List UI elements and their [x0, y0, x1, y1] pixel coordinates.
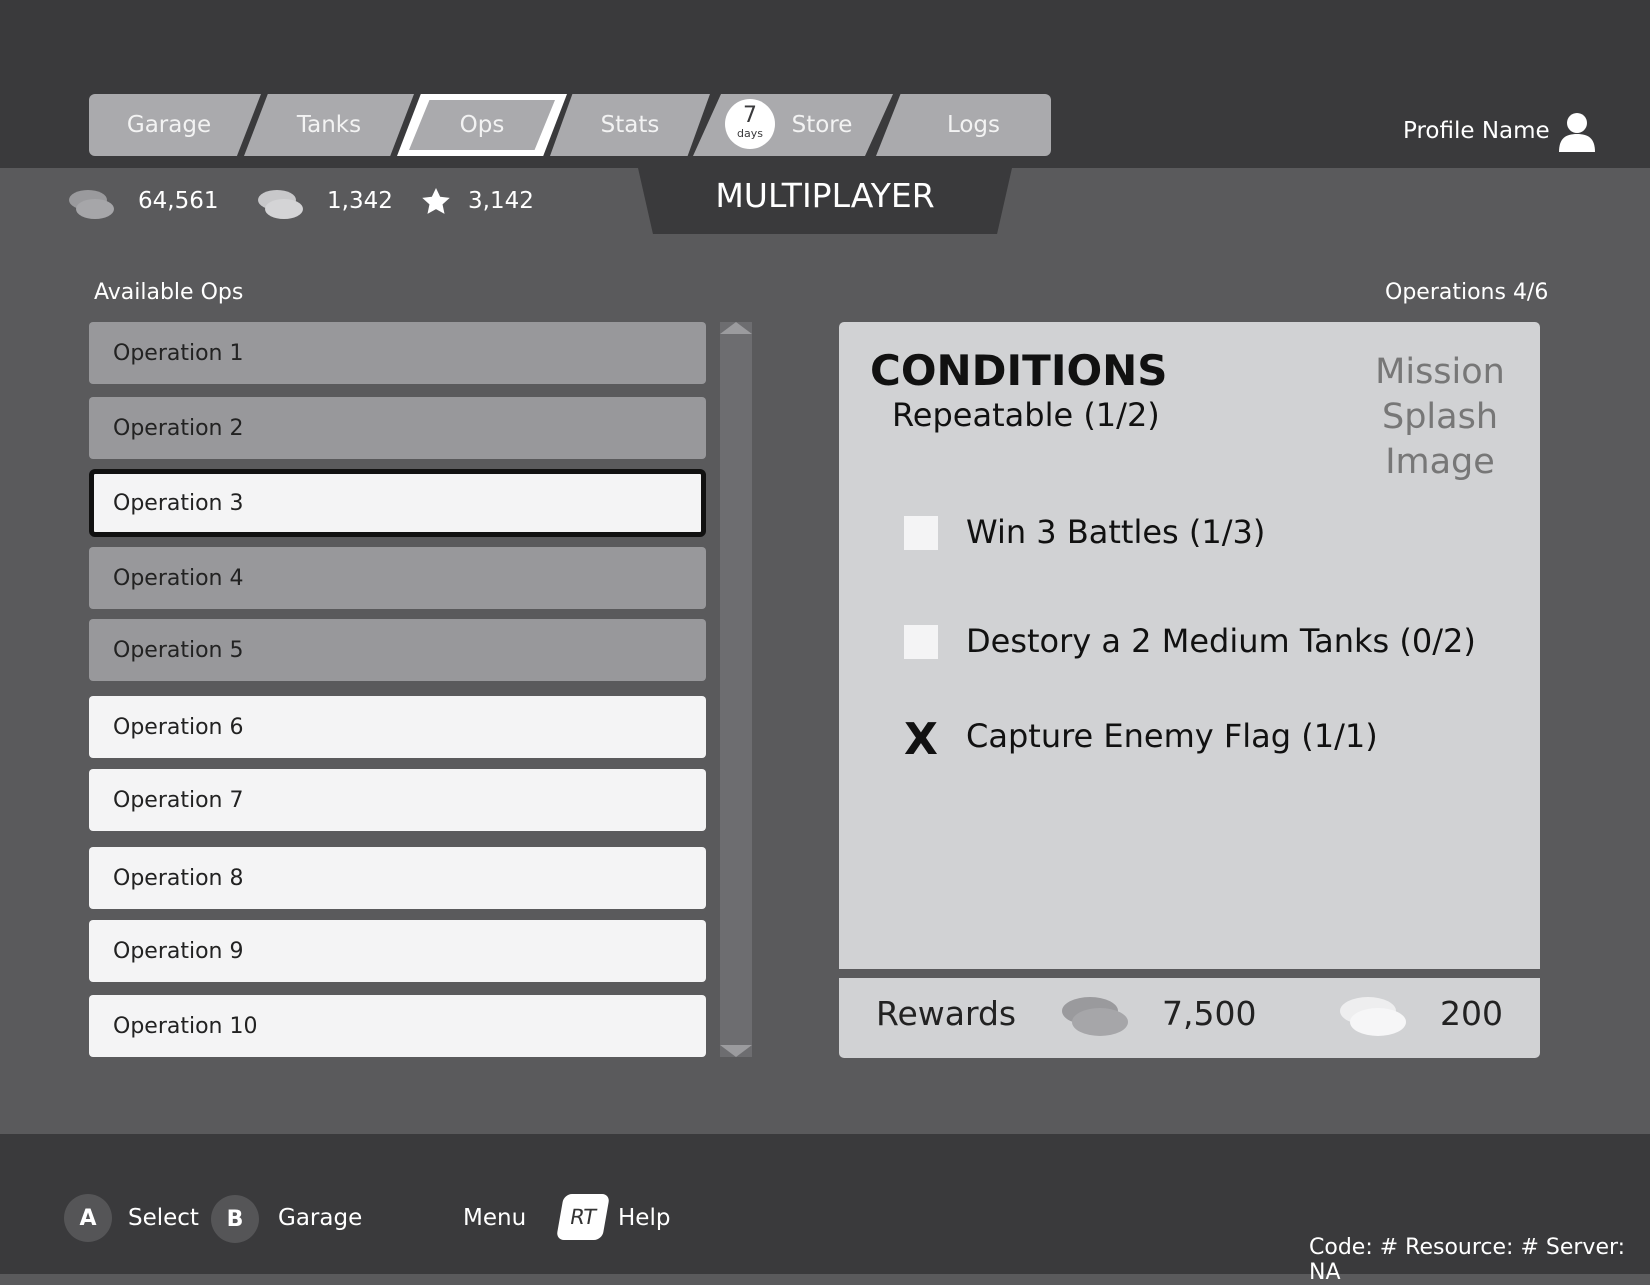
credits-icon — [1062, 997, 1128, 1036]
credits-amount: 64,561 — [138, 188, 219, 214]
tab-stats[interactable]: Stats — [550, 94, 710, 156]
credits-icon — [69, 190, 114, 219]
b-button-icon[interactable]: B — [211, 1195, 259, 1243]
tab-stats-label: Stats — [600, 112, 660, 138]
tab-strip: Garage Tanks Ops Stats Store Logs 7 days — [89, 94, 1051, 156]
scroll-up-arrow-icon[interactable] — [720, 322, 752, 334]
available-ops-label: Available Ops — [94, 280, 244, 305]
store-timer-unit: days — [737, 127, 763, 140]
star-icon — [422, 188, 450, 214]
tab-garage[interactable]: Garage — [89, 94, 261, 156]
splash-line: Splash — [1381, 397, 1499, 437]
condition-text: Win 3 Battles (1/3) — [966, 513, 1266, 551]
gold-icon — [1340, 997, 1406, 1036]
mode-title: MULTIPLAYER — [715, 176, 935, 215]
tab-ops-label: Ops — [459, 112, 505, 138]
rt-button-icon[interactable]: RT — [555, 1194, 611, 1240]
user-icon[interactable] — [1558, 112, 1596, 152]
list-item-operation-1[interactable]: Operation 1 — [89, 322, 706, 384]
conditions-subtitle: Repeatable (1/2) — [892, 396, 1160, 434]
profile-name[interactable]: Profile Name — [1403, 118, 1550, 144]
menu-label[interactable]: Menu — [463, 1205, 526, 1231]
garage-label[interactable]: Garage — [278, 1205, 362, 1231]
operations-count: Operations 4/6 — [1385, 280, 1549, 305]
list-item-operation-7[interactable]: Operation 7 — [89, 769, 706, 831]
operation-label: Operation 4 — [113, 565, 244, 591]
condition-complete-x-icon: X — [904, 714, 938, 765]
server-info: Code: # Resource: # Server: NA — [1309, 1235, 1626, 1285]
operation-label: Operation 7 — [113, 787, 244, 813]
stars-amount: 3,142 — [468, 188, 534, 214]
list-item-operation-10[interactable]: Operation 10 — [89, 995, 706, 1057]
store-timer-number: 7 — [743, 103, 757, 128]
tab-logs-label: Logs — [946, 112, 1001, 138]
tab-logs[interactable]: Logs — [876, 94, 1051, 156]
store-timer-badge: 7 days — [725, 99, 775, 149]
list-item-operation-4[interactable]: Operation 4 — [89, 547, 706, 609]
tab-store-label: Store — [791, 112, 853, 138]
list-item-operation-9[interactable]: Operation 9 — [89, 920, 706, 982]
rewards-label: Rewards — [876, 994, 1017, 1033]
tab-garage-label: Garage — [126, 112, 212, 138]
operation-label: Operation 10 — [113, 1013, 258, 1039]
operation-label: Operation 3 — [113, 490, 244, 516]
reward-gold: 200 — [1440, 994, 1503, 1033]
ops-scrollbar[interactable] — [720, 322, 752, 1057]
tab-tanks[interactable]: Tanks — [244, 94, 414, 156]
condition-text: Destory a 2 Medium Tanks (0/2) — [966, 622, 1476, 660]
operation-label: Operation 5 — [113, 637, 244, 663]
list-item-operation-3[interactable]: Operation 3 — [89, 469, 706, 537]
operation-label: Operation 6 — [113, 714, 244, 740]
condition-checkbox — [904, 516, 938, 550]
gold-icon — [258, 190, 303, 219]
gold-amount: 1,342 — [327, 188, 393, 214]
tab-tanks-label: Tanks — [296, 112, 362, 138]
tab-ops-inner[interactable]: Ops — [409, 100, 555, 150]
tab-store[interactable]: Store — [693, 94, 893, 156]
conditions-title: CONDITIONS — [870, 346, 1168, 395]
operation-label: Operation 1 — [113, 340, 244, 366]
splash-line: Mission — [1375, 352, 1505, 392]
help-label[interactable]: Help — [618, 1205, 670, 1231]
scroll-down-arrow-icon[interactable] — [720, 1045, 752, 1057]
list-item-operation-2[interactable]: Operation 2 — [89, 397, 706, 459]
list-item-operation-8[interactable]: Operation 8 — [89, 847, 706, 909]
a-button-icon[interactable]: A — [64, 1194, 112, 1242]
reward-credits: 7,500 — [1162, 994, 1257, 1033]
condition-text: Capture Enemy Flag (1/1) — [966, 717, 1378, 755]
condition-checkbox — [904, 625, 938, 659]
operation-label: Operation 8 — [113, 865, 244, 891]
list-item-operation-6[interactable]: Operation 6 — [89, 696, 706, 758]
operation-label: Operation 9 — [113, 938, 244, 964]
list-item-operation-5[interactable]: Operation 5 — [89, 619, 706, 681]
mission-splash-image: Mission Splash Image — [1360, 350, 1520, 485]
operation-label: Operation 2 — [113, 415, 244, 441]
splash-line: Image — [1385, 442, 1495, 482]
select-label[interactable]: Select — [128, 1205, 199, 1231]
